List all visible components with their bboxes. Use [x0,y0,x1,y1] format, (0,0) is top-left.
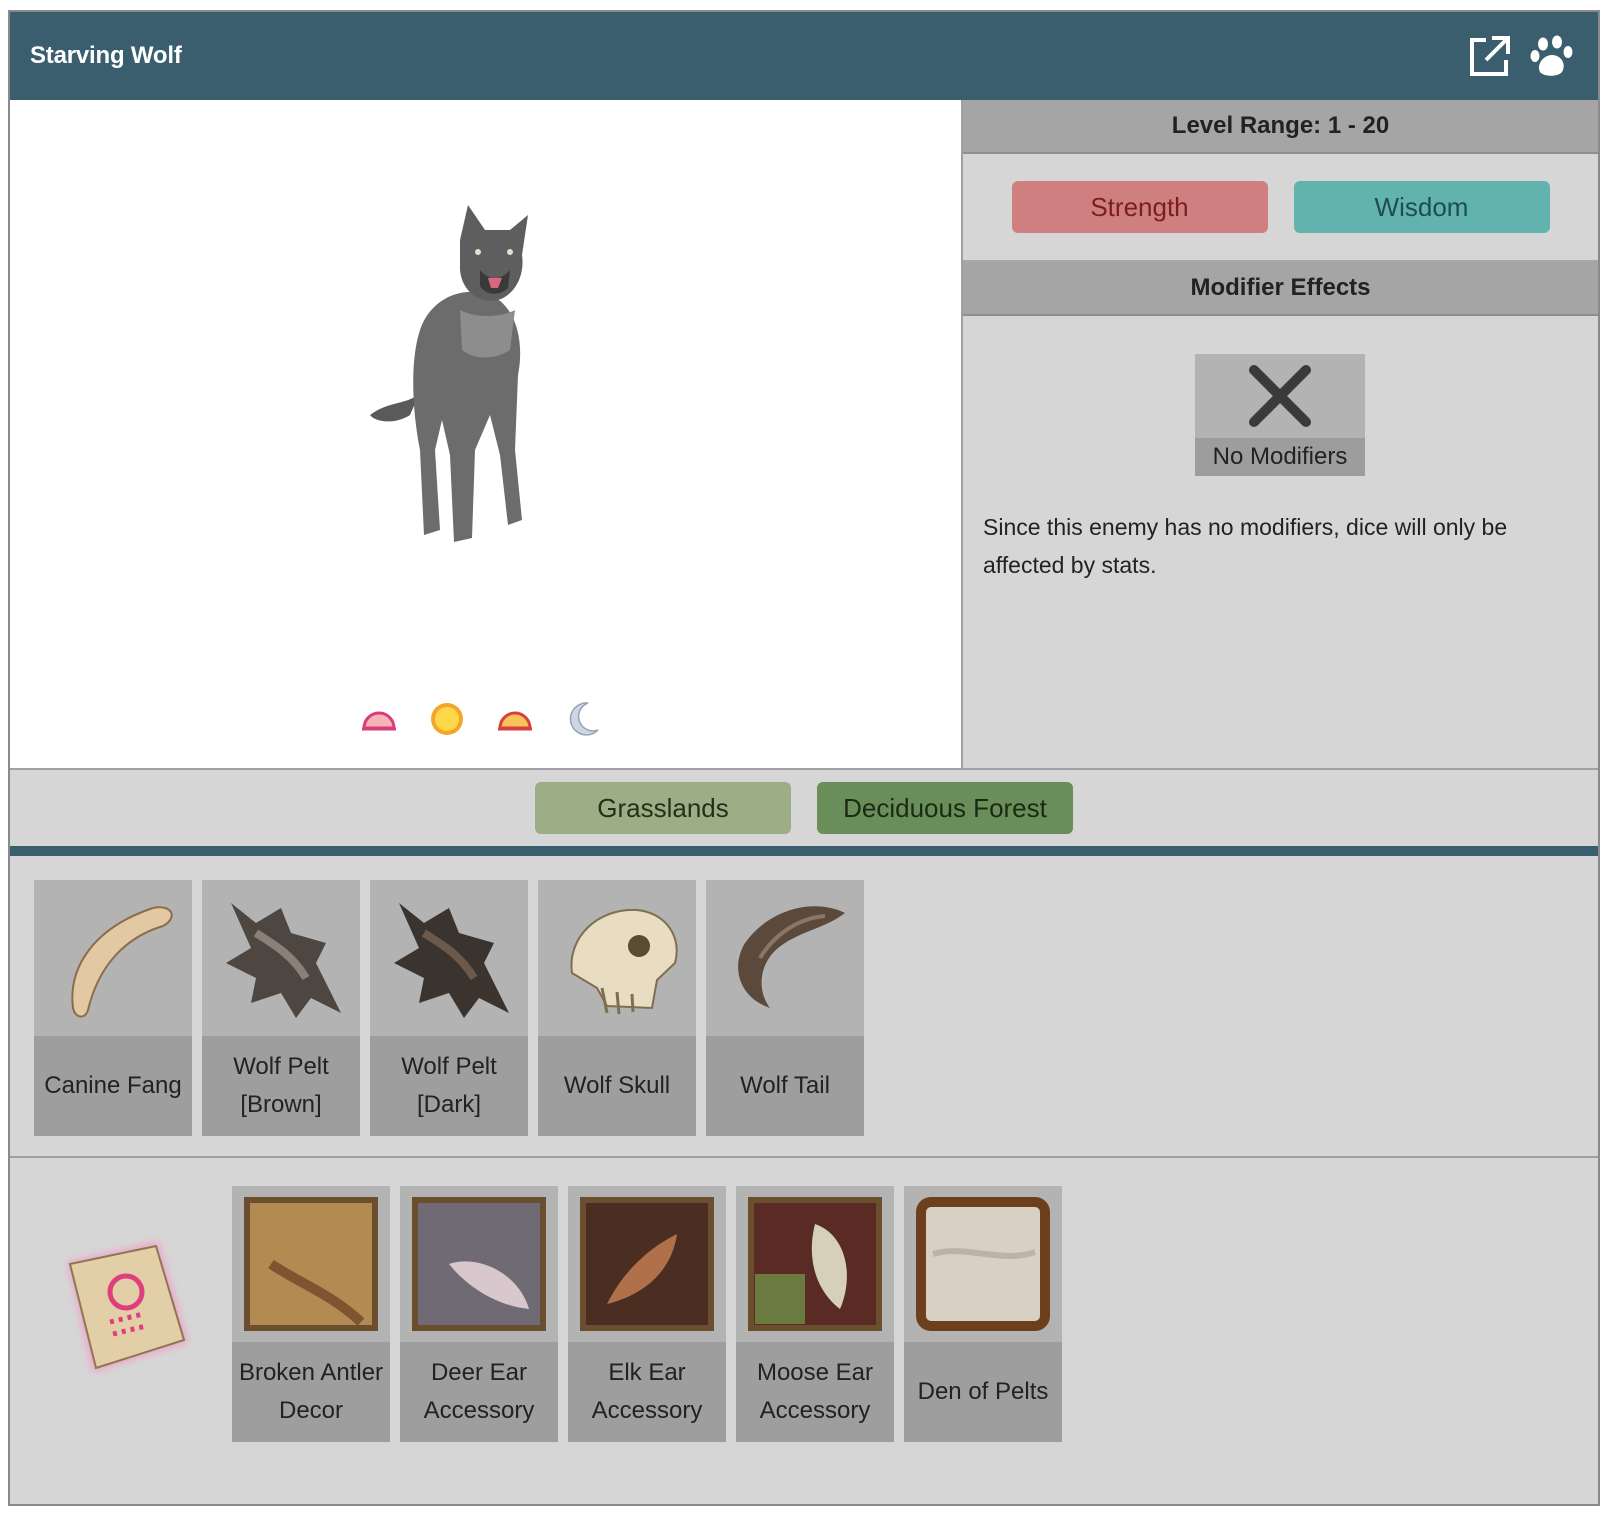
rewards-section: Broken Antler Decor Deer Ear Accessory E… [10,1160,1598,1506]
reward-item[interactable]: Den of Pelts [904,1186,1062,1442]
close-x-icon [1249,365,1311,427]
den-of-pelts-icon [916,1197,1050,1331]
drops-section: Canine Fang Wolf Pelt [Brown] Wolf Pelt … [10,856,1598,1158]
modifier-note: Since this enemy has no modifiers, dice … [983,514,1508,578]
drop-item[interactable]: Canine Fang [34,880,192,1136]
magic-scroll-icon [68,1242,188,1372]
moose-ear-icon [748,1197,882,1331]
panel-header: Starving Wolf [10,12,1598,100]
creature-overview: Level Range: 1 - 20 Strength Wisdom Modi… [10,100,1598,768]
stat-buttons: Strength Wisdom [963,154,1598,262]
sun-icon [431,703,463,735]
creature-image-panel [10,100,963,768]
reward-item[interactable]: Deer Ear Accessory [400,1186,558,1442]
drop-item[interactable]: Wolf Tail [706,880,864,1136]
reward-item[interactable]: Moose Ear Accessory [736,1186,894,1442]
drop-item[interactable]: Wolf Pelt [Dark] [370,880,528,1136]
pelt-brown-icon [226,903,341,1018]
no-modifiers-label: No Modifiers [1195,438,1365,476]
header-icons [1466,34,1576,80]
stat-strength-button[interactable]: Strength [1011,181,1268,233]
dawn-icon [362,711,396,731]
fang-icon [71,906,173,1018]
level-range: Level Range: 1 - 20 [963,100,1598,154]
habitat-deciduous-forest-button[interactable]: Deciduous Forest [817,782,1073,834]
habitat-row: Grasslands Deciduous Forest [10,768,1598,856]
modifier-effects-heading: Modifier Effects [963,262,1598,316]
time-of-day-icons [360,700,602,738]
drop-item[interactable]: Wolf Skull [538,880,696,1136]
wolf-illustration [370,205,528,542]
reward-item[interactable]: Broken Antler Decor [232,1186,390,1442]
elk-ear-icon [580,1197,714,1331]
drop-item[interactable]: Wolf Pelt [Brown] [202,880,360,1136]
tail-icon [738,906,845,1008]
habitat-grasslands-button[interactable]: Grasslands [535,782,791,834]
reward-item[interactable]: Elk Ear Accessory [568,1186,726,1442]
skull-icon [570,908,678,1015]
antler-decor-icon [244,1197,378,1331]
moon-icon [569,702,599,736]
deer-ear-icon [412,1197,546,1331]
dusk-icon [498,711,532,731]
creature-panel: Starving Wolf Level Range: 1 - 20 Streng… [8,10,1600,1506]
creature-info-panel: Level Range: 1 - 20 Strength Wisdom Modi… [963,100,1598,768]
pelt-dark-icon [394,903,509,1018]
stat-wisdom-button[interactable]: Wisdom [1293,181,1550,233]
external-link-icon[interactable] [1466,34,1512,80]
creature-title: Starving Wolf [30,42,182,69]
no-modifiers-card: No Modifiers [1195,354,1365,476]
paw-icon[interactable] [1530,34,1576,80]
